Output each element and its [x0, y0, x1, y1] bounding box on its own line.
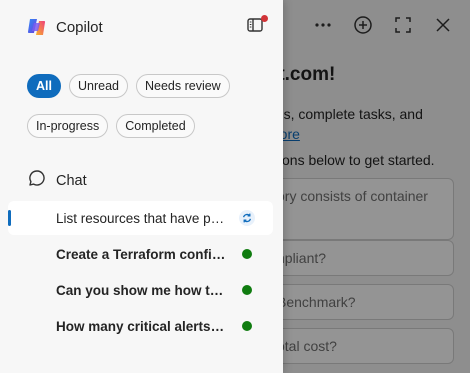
chat-section-label: Chat: [56, 172, 87, 189]
conversation-item[interactable]: List resources that have public IP addre…: [8, 201, 273, 235]
conversation-list: List resources that have public IP addre…: [8, 201, 273, 345]
selected-indicator: [8, 210, 11, 226]
filter-chip-all[interactable]: All: [27, 74, 61, 98]
copilot-side-panel: Copilot All Unread Needs review In-progr…: [0, 0, 283, 373]
filter-chips: All Unread Needs review In-progress Comp…: [27, 74, 267, 138]
conversation-item[interactable]: How many critical alerts do I have?: [8, 309, 273, 343]
conversation-title: Create a Terraform configuration: [56, 246, 226, 262]
filter-chip-in-progress[interactable]: In-progress: [27, 114, 109, 138]
conversation-item[interactable]: Create a Terraform configuration: [8, 237, 273, 271]
filter-chip-completed[interactable]: Completed: [116, 114, 195, 138]
app-title: Copilot: [56, 19, 103, 36]
conversation-title: Can you show me how to ...: [56, 282, 226, 298]
sync-icon: [238, 209, 256, 227]
chat-bubble-icon: [28, 169, 46, 192]
completed-icon: [238, 317, 256, 335]
filter-chip-needs-review[interactable]: Needs review: [135, 74, 230, 98]
copilot-logo: [26, 16, 48, 38]
conversation-title: List resources that have public IP addre…: [56, 210, 226, 226]
chat-section-header: Chat: [28, 169, 87, 192]
completed-icon: [238, 245, 256, 263]
filter-chip-unread[interactable]: Unread: [68, 74, 128, 98]
conversation-title: How many critical alerts do I have?: [56, 318, 226, 334]
conversation-item[interactable]: Can you show me how to ...: [8, 273, 273, 307]
completed-icon: [238, 281, 256, 299]
notification-badge: [261, 15, 268, 22]
